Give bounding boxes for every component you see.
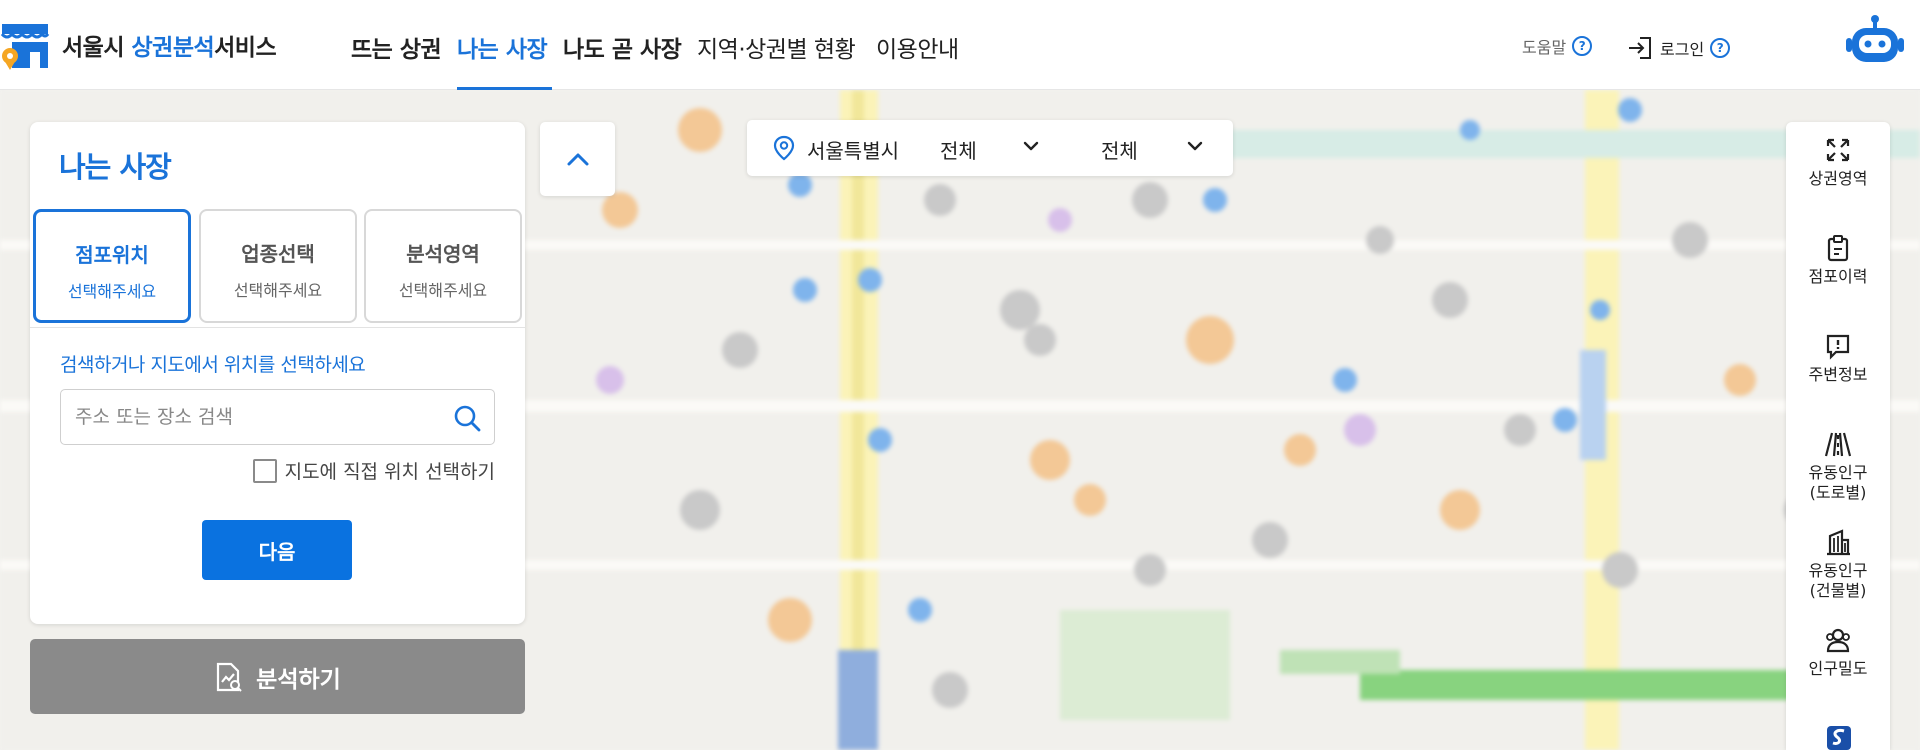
brand-suffix: 서비스: [214, 35, 277, 61]
tool-label: 인구밀도: [1808, 659, 1868, 678]
panel-divider: [30, 327, 525, 328]
help-link[interactable]: 도움말 ?: [1522, 34, 1593, 58]
nav-i-am-owner[interactable]: 나는 사장: [457, 30, 548, 64]
road-icon: [1824, 432, 1852, 457]
tool-label: 상권영역: [1808, 169, 1868, 188]
tool-label: 점포이력: [1808, 267, 1868, 286]
tool-store-history[interactable]: 점포이력: [1786, 234, 1890, 287]
next-button[interactable]: 다음: [202, 520, 352, 580]
brand-prefix: 서울시: [62, 35, 132, 61]
login-label: 로그인: [1660, 40, 1705, 59]
panel-title: 나는 사장: [59, 150, 172, 184]
tool-label: 유동인구 (도로별): [1808, 463, 1868, 502]
login-icon: [1629, 37, 1651, 59]
region-city: 서울특별시: [807, 139, 899, 163]
tool-label: 주변정보: [1808, 365, 1868, 384]
step-subtitle: 선택해주세요: [67, 282, 157, 301]
info-message-icon: [1826, 334, 1850, 360]
tool-trade-area[interactable]: 상권영역: [1786, 136, 1890, 189]
seoul-logo-icon[interactable]: [1825, 724, 1853, 750]
area-select[interactable]: 전체: [1101, 135, 1138, 164]
address-search-input[interactable]: [75, 390, 435, 444]
chevron-down-icon[interactable]: [1187, 139, 1203, 153]
step-store-location[interactable]: 점포위치 선택해주세요: [33, 209, 191, 323]
direct-map-select-option[interactable]: 지도에 직접 위치 선택하기: [252, 457, 495, 484]
search-icon[interactable]: [452, 403, 482, 433]
help-question-icon: ?: [1572, 36, 1593, 56]
analysis-report-icon: [217, 662, 242, 692]
address-search-box: [60, 389, 495, 445]
nav-guide[interactable]: 이용안내: [876, 30, 959, 64]
expand-arrows-icon: [1826, 138, 1850, 162]
location-guide-text: 검색하거나 지도에서 위치를 선택하세요: [60, 354, 366, 376]
clipboard-icon: [1827, 235, 1849, 262]
step-subtitle: 선택해주세요: [233, 281, 323, 300]
direct-map-select-label: 지도에 직접 위치 선택하기: [284, 461, 495, 483]
shop-logo-icon[interactable]: [0, 22, 50, 70]
owner-analysis-panel: 나는 사장 점포위치 선택해주세요 업종선택 선택해주세요 분석영역 선택해주세…: [30, 122, 525, 624]
collapse-panel-button[interactable]: [540, 122, 615, 196]
tool-floating-pop-building[interactable]: 유동인구 (건물별): [1786, 528, 1890, 601]
nav-region-status[interactable]: 지역·상권별 현황: [697, 30, 856, 64]
location-pin-icon: [773, 135, 795, 161]
step-title: 분석영역: [406, 242, 480, 266]
tool-nearby-info[interactable]: 주변정보: [1786, 332, 1890, 385]
nav-active-underline: [457, 87, 552, 90]
step-analysis-area[interactable]: 분석영역 선택해주세요: [364, 209, 522, 323]
tool-label: 유동인구 (건물별): [1808, 561, 1868, 600]
brand-title[interactable]: 서울시 상권분석서비스: [62, 28, 277, 62]
direct-map-select-checkbox[interactable]: [252, 458, 277, 483]
nav-trending-area[interactable]: 뜨는 상권: [351, 30, 442, 64]
login-question-icon: ?: [1710, 38, 1731, 58]
nav-soon-owner[interactable]: 나도 곧 사장: [563, 30, 682, 64]
login-link[interactable]: 로그인 ?: [1626, 34, 1731, 62]
step-title: 점포위치: [75, 243, 149, 267]
site-header: 서울시 상권분석서비스 뜨는 상권 나는 사장 나도 곧 사장 지역·상권별 현…: [0, 0, 1920, 90]
building-icon: [1827, 529, 1850, 556]
tool-floating-pop-road[interactable]: 유동인구 (도로별): [1786, 430, 1890, 503]
chatbot-robot-icon[interactable]: [1846, 14, 1904, 64]
chevron-up-icon: [567, 153, 588, 166]
analyze-button[interactable]: 분석하기: [30, 639, 525, 714]
chevron-down-icon[interactable]: [1023, 139, 1039, 153]
step-subtitle: 선택해주세요: [398, 281, 488, 300]
map-layer-toolbar: 상권영역 점포이력 주변정보 유동인구 (도로별) 유동인구 (건물별) 인구밀…: [1786, 122, 1890, 750]
people-icon: [1826, 628, 1850, 653]
brand-highlight: 상권분석: [131, 35, 215, 61]
district-select[interactable]: 전체: [940, 135, 977, 164]
step-title: 업종선택: [241, 242, 315, 266]
help-label: 도움말: [1522, 38, 1567, 57]
step-business-type[interactable]: 업종선택 선택해주세요: [199, 209, 357, 323]
region-selector: 서울특별시 전체 전체: [747, 120, 1233, 176]
tool-population-density[interactable]: 인구밀도: [1786, 626, 1890, 679]
analyze-label: 분석하기: [256, 666, 341, 693]
